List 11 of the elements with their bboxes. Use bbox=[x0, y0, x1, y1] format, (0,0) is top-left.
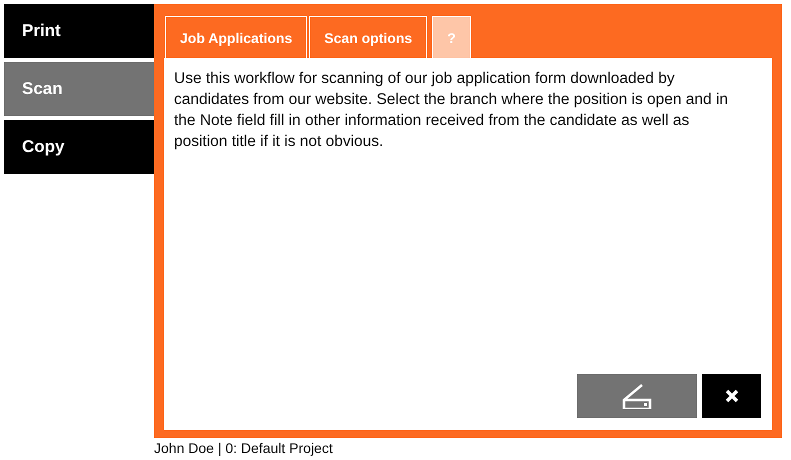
scan-button[interactable] bbox=[577, 374, 697, 418]
scanner-icon bbox=[622, 383, 652, 409]
tab[interactable]: Scan options bbox=[309, 16, 428, 58]
sidebar-item[interactable]: Print bbox=[4, 4, 154, 58]
tab[interactable]: Job Applications bbox=[165, 16, 308, 58]
sidebar-item[interactable]: Copy bbox=[4, 120, 154, 174]
description-text: Use this workflow for scanning of our job application form downloaded by candidates from our website. Select the branch where the position is open and in the Note field fill in other information received from the candidate as well as position title if it is not obvious. bbox=[174, 69, 730, 152]
close-icon bbox=[724, 389, 738, 403]
status-text: John Doe | 0: Default Project bbox=[154, 440, 334, 456]
close-button[interactable] bbox=[702, 374, 761, 418]
sidebar-item[interactable]: Scan bbox=[4, 62, 154, 116]
